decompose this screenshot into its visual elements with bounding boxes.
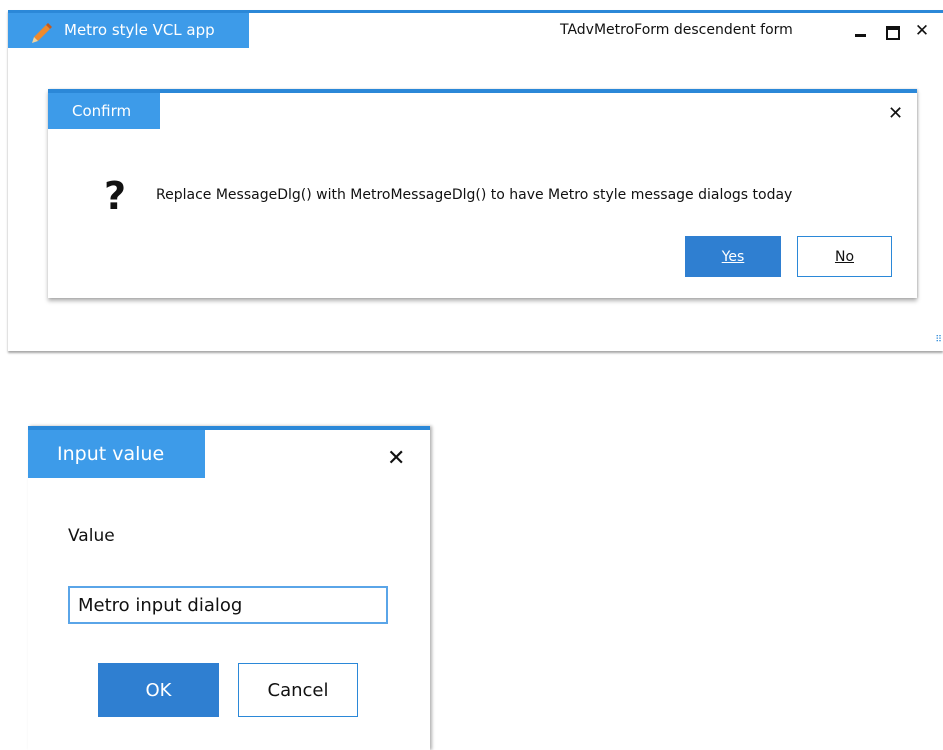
close-icon[interactable]: ✕ — [387, 446, 405, 471]
app-title: Metro style VCL app — [64, 21, 215, 39]
maximize-button[interactable] — [883, 21, 903, 41]
resize-grip-icon[interactable]: ⠿ — [935, 335, 942, 345]
input-dialog: Input value ✕ Value OK Cancel — [28, 426, 430, 750]
ok-button[interactable]: OK — [98, 663, 219, 717]
minimize-button[interactable] — [851, 21, 871, 41]
confirm-dialog: Confirm ✕ ? Replace MessageDlg() with Me… — [48, 89, 917, 298]
close-icon[interactable]: ✕ — [912, 21, 932, 41]
cancel-button[interactable]: Cancel — [238, 663, 358, 717]
input-dialog-title: Input value — [28, 430, 205, 478]
confirm-title: Confirm — [48, 93, 160, 129]
close-icon[interactable]: ✕ — [888, 103, 903, 124]
yes-button[interactable]: Yes — [685, 236, 781, 277]
pencil-icon — [30, 19, 54, 43]
main-title-tab[interactable]: Metro style VCL app — [8, 13, 249, 48]
value-input[interactable] — [68, 586, 388, 624]
question-icon: ? — [104, 174, 127, 218]
confirm-message: Replace MessageDlg() with MetroMessageDl… — [156, 187, 793, 203]
no-button[interactable]: No — [797, 236, 892, 277]
window-caption: TAdvMetroForm descendent form — [560, 22, 793, 38]
value-label: Value — [68, 526, 115, 546]
